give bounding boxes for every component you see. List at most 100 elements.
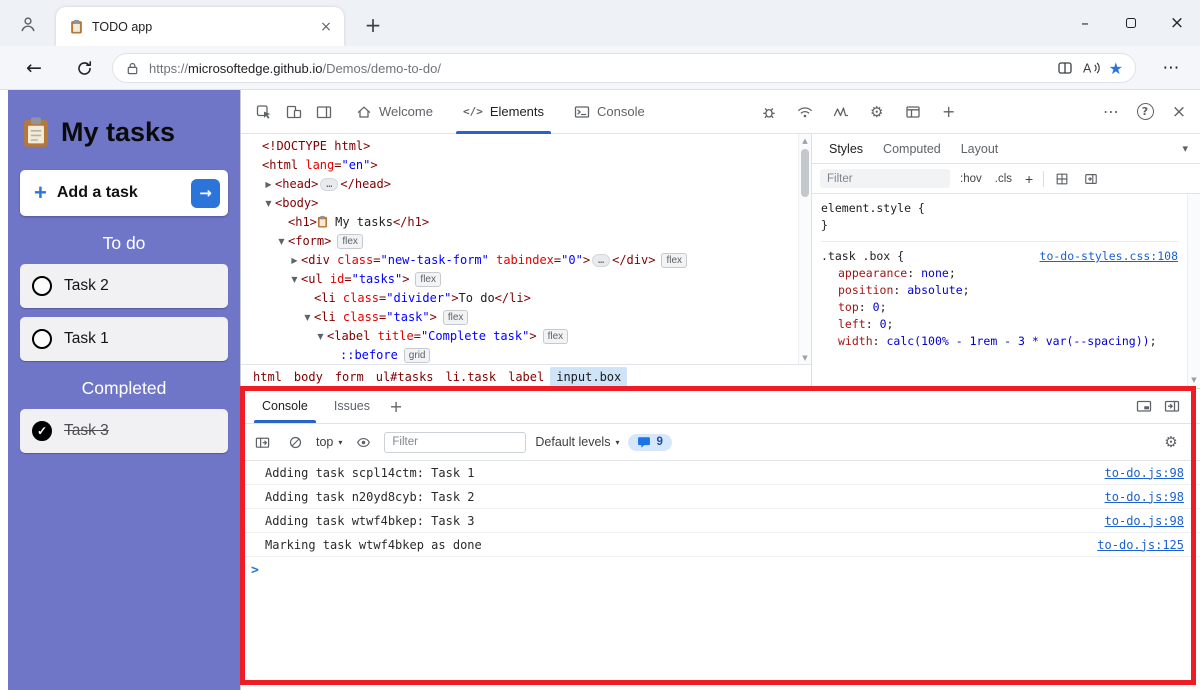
expand-arrow-right-icon[interactable]: ▶ bbox=[288, 251, 301, 270]
network-conditions-icon[interactable] bbox=[790, 97, 820, 127]
window-close-button[interactable]: × bbox=[1154, 0, 1200, 46]
picture-in-picture-icon[interactable] bbox=[1136, 398, 1152, 414]
log-levels-selector[interactable]: Default levels ▾ bbox=[535, 435, 619, 449]
close-devtools-icon[interactable]: × bbox=[1164, 97, 1194, 127]
console-source-link[interactable]: to-do.js:98 bbox=[1105, 514, 1184, 528]
grid-badge[interactable]: grid bbox=[403, 348, 431, 363]
tab-computed[interactable]: Computed bbox=[874, 138, 950, 160]
expand-arrow-down-icon[interactable]: ▼ bbox=[262, 194, 275, 213]
scroll-up-icon[interactable]: ▲ bbox=[799, 134, 811, 147]
breadcrumb-item[interactable]: li.task bbox=[440, 367, 503, 387]
submit-task-arrow-button[interactable]: → bbox=[191, 178, 220, 208]
console-source-link[interactable]: to-do.js:98 bbox=[1105, 490, 1184, 504]
tab-welcome[interactable]: Welcome bbox=[343, 90, 446, 134]
elements-scrollbar[interactable]: ▲ ▼ bbox=[798, 134, 811, 364]
tree-row[interactable]: ::before grid bbox=[241, 346, 798, 364]
window-minimize-button[interactable]: – bbox=[1062, 0, 1108, 46]
tab-console-drawer[interactable]: Console bbox=[249, 389, 321, 423]
css-property[interactable]: position: absolute; bbox=[821, 282, 1161, 299]
window-maximize-button[interactable] bbox=[1108, 0, 1154, 46]
add-tool-icon[interactable]: + bbox=[934, 97, 964, 127]
console-sidebar-icon[interactable] bbox=[250, 430, 274, 454]
browser-menu-button[interactable]: ⋯ bbox=[1156, 54, 1186, 82]
console-source-link[interactable]: to-do.js:98 bbox=[1105, 466, 1184, 480]
issues-count-badge[interactable]: 9 bbox=[628, 433, 672, 451]
tree-row[interactable]: ▶ <head>… </head> bbox=[241, 175, 798, 194]
flex-badge[interactable]: flex bbox=[542, 329, 569, 344]
css-property[interactable]: width: calc(100% - 1rem - 3 * var(--spac… bbox=[821, 333, 1161, 350]
clear-console-icon[interactable] bbox=[283, 430, 307, 454]
profile-avatar[interactable] bbox=[15, 11, 41, 37]
refresh-button[interactable] bbox=[70, 54, 98, 82]
grid-overlay-icon[interactable] bbox=[1051, 168, 1073, 190]
css-property[interactable]: left: 0; bbox=[821, 316, 1161, 333]
styles-filter-input[interactable] bbox=[820, 169, 950, 188]
task-item[interactable]: ✓ Task 3 bbox=[20, 409, 228, 453]
element-class-button[interactable]: .cls bbox=[992, 171, 1015, 187]
add-task-button[interactable]: + Add a task → bbox=[20, 170, 228, 216]
tree-row[interactable]: ▼ <li class="task"> flex bbox=[241, 308, 798, 327]
tree-row[interactable]: ▼ <body> bbox=[241, 194, 798, 213]
scroll-down-icon[interactable]: ▼ bbox=[799, 351, 811, 364]
new-tab-button[interactable]: + bbox=[360, 12, 386, 38]
tree-row[interactable]: ▼ <label title="Complete task"> flex bbox=[241, 327, 798, 346]
inspect-icon[interactable] bbox=[249, 97, 279, 127]
application-icon[interactable] bbox=[898, 97, 928, 127]
tab-elements[interactable]: </> Elements bbox=[450, 90, 557, 134]
chevron-down-icon[interactable]: ▾ bbox=[1182, 142, 1192, 155]
breadcrumb-item[interactable]: ul#tasks bbox=[370, 367, 440, 387]
tab-layout[interactable]: Layout bbox=[952, 138, 1008, 160]
flex-badge[interactable]: flex bbox=[661, 253, 688, 268]
bug-icon[interactable] bbox=[754, 97, 784, 127]
ellipsis-badge[interactable]: … bbox=[592, 254, 611, 267]
console-source-link[interactable]: to-do.js:125 bbox=[1097, 538, 1184, 552]
expand-arrow-right-icon[interactable]: ▶ bbox=[262, 175, 275, 194]
tree-row[interactable]: <li class="divider">To do</li> bbox=[241, 289, 798, 308]
console-settings-icon[interactable]: ⚙ bbox=[1161, 427, 1191, 457]
breadcrumb-item[interactable]: form bbox=[329, 367, 370, 387]
ellipsis-badge[interactable]: … bbox=[320, 178, 339, 191]
pseudo-state-button[interactable]: :hov bbox=[957, 171, 985, 187]
css-property[interactable]: appearance: none; bbox=[821, 265, 1161, 282]
flex-badge[interactable]: flex bbox=[415, 272, 441, 287]
tab-close-icon[interactable]: × bbox=[316, 17, 336, 37]
styles-scrollbar[interactable]: ▼ bbox=[1187, 194, 1200, 388]
task-unchecked-icon[interactable] bbox=[32, 276, 52, 296]
help-icon[interactable]: ? bbox=[1130, 97, 1160, 127]
flex-badge[interactable]: flex bbox=[337, 234, 363, 249]
tab-console-top[interactable]: Console bbox=[561, 90, 658, 134]
tree-row[interactable]: <h1> My tasks</h1> bbox=[241, 213, 798, 232]
browser-tab[interactable]: TODO app × bbox=[56, 7, 344, 46]
performance-icon[interactable] bbox=[826, 97, 856, 127]
expand-arrow-down-icon[interactable]: ▼ bbox=[314, 327, 327, 346]
rule-selector[interactable]: element.style { bbox=[821, 200, 925, 217]
breadcrumb-item[interactable]: body bbox=[288, 367, 329, 387]
expand-arrow-down-icon[interactable]: ▼ bbox=[275, 232, 288, 251]
back-button[interactable]: ← bbox=[20, 54, 48, 82]
add-drawer-tab-button[interactable]: + bbox=[383, 393, 409, 419]
dock-side-icon[interactable] bbox=[309, 97, 339, 127]
css-property[interactable]: top: 0; bbox=[821, 299, 1161, 316]
device-toolbar-icon[interactable] bbox=[279, 97, 309, 127]
new-style-rule-button[interactable]: + bbox=[1022, 169, 1036, 189]
stylesheet-link[interactable]: to-do-styles.css:108 bbox=[1032, 248, 1178, 265]
split-screen-icon[interactable] bbox=[1057, 60, 1073, 76]
tree-row[interactable]: ▶ <div class="new-task-form" tabindex="0"… bbox=[241, 251, 798, 270]
console-input-row[interactable]: > bbox=[241, 557, 1200, 584]
favorite-star-icon[interactable]: ★ bbox=[1109, 59, 1123, 78]
address-bar[interactable]: https://microsoftedge.github.io/Demos/de… bbox=[112, 53, 1136, 83]
scrollbar-thumb[interactable] bbox=[801, 149, 809, 197]
task-checked-icon[interactable]: ✓ bbox=[32, 421, 52, 441]
expand-arrow-down-icon[interactable]: ▼ bbox=[301, 308, 314, 327]
breadcrumb-item[interactable]: input.box bbox=[550, 366, 628, 387]
task-item[interactable]: Task 1 bbox=[20, 317, 228, 361]
breadcrumb-item[interactable]: html bbox=[247, 367, 288, 387]
settings-gear-icon[interactable]: ⚙ bbox=[862, 97, 892, 127]
breadcrumb-item[interactable]: label bbox=[502, 367, 550, 387]
task-unchecked-icon[interactable] bbox=[32, 329, 52, 349]
task-item[interactable]: Task 2 bbox=[20, 264, 228, 308]
live-expression-eye-icon[interactable] bbox=[351, 430, 375, 454]
more-options-icon[interactable]: ⋯ bbox=[1096, 97, 1126, 127]
tree-row[interactable]: <!DOCTYPE html> bbox=[241, 137, 798, 156]
expand-drawer-icon[interactable] bbox=[1164, 398, 1180, 414]
